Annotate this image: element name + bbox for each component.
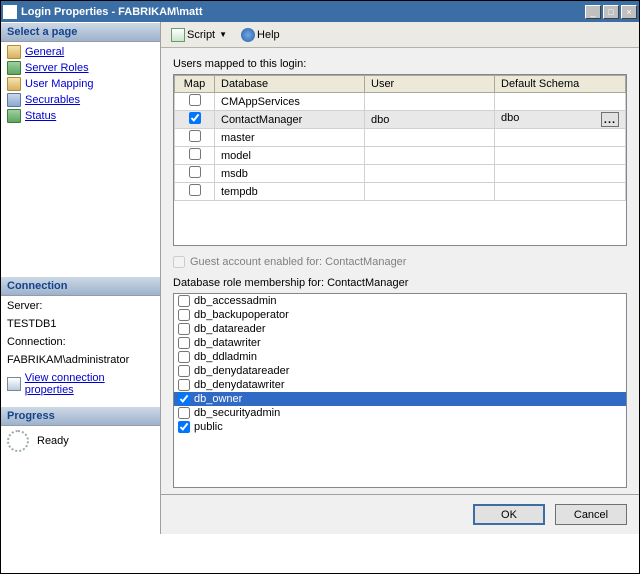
table-row[interactable]: CMAppServices — [175, 93, 626, 111]
role-checkbox[interactable] — [178, 421, 190, 433]
table-row[interactable]: msdb — [175, 165, 626, 183]
map-checkbox[interactable] — [189, 94, 201, 106]
connection-value: FABRIKAM\administrator — [7, 354, 154, 366]
role-checkbox[interactable] — [178, 365, 190, 377]
col-user[interactable]: User — [365, 76, 495, 93]
role-checkbox[interactable] — [178, 323, 190, 335]
map-checkbox[interactable] — [189, 184, 201, 196]
help-icon — [241, 28, 255, 42]
server-label: Server: — [7, 300, 154, 312]
user-cell — [365, 129, 495, 147]
ok-button[interactable]: OK — [473, 504, 545, 525]
user-cell — [365, 93, 495, 111]
user-cell — [365, 147, 495, 165]
view-connection-properties-label: View connection properties — [25, 372, 154, 396]
col-database[interactable]: Database — [215, 76, 365, 93]
guest-account-checkbox: Guest account enabled for: ContactManage… — [173, 256, 627, 268]
properties-icon — [7, 377, 21, 391]
role-item-db_denydatareader[interactable]: db_denydatareader — [174, 364, 626, 378]
database-cell: tempdb — [215, 183, 365, 201]
select-page-header: Select a page — [1, 22, 160, 42]
progress-status: Ready — [37, 435, 69, 447]
database-cell: ContactManager — [215, 111, 365, 129]
role-checkbox[interactable] — [178, 309, 190, 321]
schema-cell — [495, 183, 626, 201]
database-cell: CMAppServices — [215, 93, 365, 111]
mapping-grid[interactable]: Map Database User Default Schema CMAppSe… — [173, 74, 627, 246]
guest-label: Guest account enabled for: ContactManage… — [190, 256, 406, 268]
roles-label: Database role membership for: ContactMan… — [173, 277, 627, 289]
role-checkbox[interactable] — [178, 379, 190, 391]
schema-cell — [495, 165, 626, 183]
server-value: TESTDB1 — [7, 318, 154, 330]
schema-cell: dbo... — [495, 111, 626, 129]
browse-schema-button[interactable]: ... — [601, 112, 619, 127]
role-item-db_owner[interactable]: db_owner — [174, 392, 626, 406]
sidebar-item-server-roles[interactable]: Server Roles — [5, 60, 156, 76]
col-map[interactable]: Map — [175, 76, 215, 93]
role-item-public[interactable]: public — [174, 420, 626, 434]
users-mapped-label: Users mapped to this login: — [173, 58, 627, 70]
database-cell: msdb — [215, 165, 365, 183]
roles-list[interactable]: db_accessadmindb_backupoperatordb_datare… — [173, 293, 627, 488]
minimize-button[interactable]: _ — [585, 5, 601, 19]
role-item-db_securityadmin[interactable]: db_securityadmin — [174, 406, 626, 420]
schema-cell — [495, 129, 626, 147]
table-row[interactable]: model — [175, 147, 626, 165]
role-item-db_datawriter[interactable]: db_datawriter — [174, 336, 626, 350]
role-item-db_accessadmin[interactable]: db_accessadmin — [174, 294, 626, 308]
role-item-db_ddladmin[interactable]: db_ddladmin — [174, 350, 626, 364]
view-connection-properties-link[interactable]: View connection properties — [7, 372, 154, 396]
script-button[interactable]: Script ▼ — [167, 27, 233, 43]
connection-label: Connection: — [7, 336, 154, 348]
help-button[interactable]: Help — [237, 27, 284, 43]
page-icon — [7, 45, 21, 59]
database-cell: model — [215, 147, 365, 165]
user-cell — [365, 165, 495, 183]
connection-header: Connection — [1, 276, 160, 296]
table-row[interactable]: ContactManagerdbodbo... — [175, 111, 626, 129]
database-cell: master — [215, 129, 365, 147]
page-icon — [7, 77, 21, 91]
schema-cell — [495, 93, 626, 111]
chevron-down-icon[interactable]: ▼ — [217, 30, 229, 39]
role-checkbox[interactable] — [178, 351, 190, 363]
guest-checkbox — [173, 256, 185, 268]
app-icon — [3, 5, 17, 19]
map-checkbox[interactable] — [189, 166, 201, 178]
help-label: Help — [257, 29, 280, 41]
table-row[interactable]: master — [175, 129, 626, 147]
cancel-button[interactable]: Cancel — [555, 504, 627, 525]
progress-spinner-icon — [7, 430, 29, 452]
map-checkbox[interactable] — [189, 148, 201, 160]
progress-header: Progress — [1, 406, 160, 426]
sidebar-item-general[interactable]: General — [5, 44, 156, 60]
script-label: Script — [187, 29, 215, 41]
page-icon — [7, 61, 21, 75]
user-cell — [365, 183, 495, 201]
page-icon — [7, 93, 21, 107]
role-item-db_datareader[interactable]: db_datareader — [174, 322, 626, 336]
map-checkbox[interactable] — [189, 130, 201, 142]
role-checkbox[interactable] — [178, 393, 190, 405]
table-row[interactable]: tempdb — [175, 183, 626, 201]
sidebar: Select a page GeneralServer RolesUser Ma… — [1, 22, 161, 534]
map-checkbox[interactable] — [189, 112, 201, 124]
window-title: Login Properties - FABRIKAM\matt — [21, 6, 585, 18]
user-cell: dbo — [365, 111, 495, 129]
script-icon — [171, 28, 185, 42]
close-button[interactable]: × — [621, 5, 637, 19]
role-checkbox[interactable] — [178, 295, 190, 307]
role-checkbox[interactable] — [178, 407, 190, 419]
role-item-db_backupoperator[interactable]: db_backupoperator — [174, 308, 626, 322]
schema-cell — [495, 147, 626, 165]
titlebar: Login Properties - FABRIKAM\matt _ □ × — [1, 1, 639, 22]
sidebar-item-user-mapping[interactable]: User Mapping — [5, 76, 156, 92]
maximize-button[interactable]: □ — [603, 5, 619, 19]
role-checkbox[interactable] — [178, 337, 190, 349]
role-item-db_denydatawriter[interactable]: db_denydatawriter — [174, 378, 626, 392]
sidebar-item-securables[interactable]: Securables — [5, 92, 156, 108]
col-schema[interactable]: Default Schema — [495, 76, 626, 93]
toolbar: Script ▼ Help — [161, 22, 639, 48]
